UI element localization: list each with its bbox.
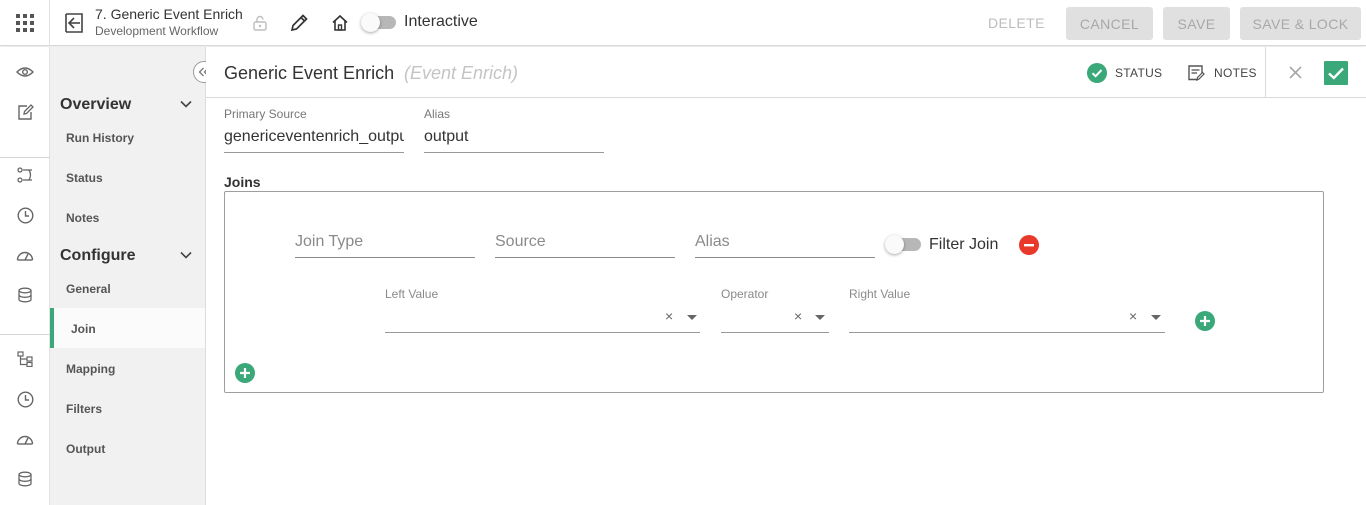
pencil-icon[interactable] bbox=[289, 13, 309, 33]
exit-workflow-icon[interactable] bbox=[64, 12, 84, 34]
rail-divider bbox=[0, 334, 50, 335]
left-value-dropdown-icon[interactable] bbox=[687, 315, 697, 320]
chevron-down-icon[interactable] bbox=[180, 251, 192, 259]
source-underline bbox=[495, 257, 675, 258]
nav-item-join[interactable]: Join bbox=[71, 322, 96, 336]
save-button[interactable]: SAVE bbox=[1163, 7, 1230, 40]
right-value-label: Right Value bbox=[849, 287, 911, 301]
operator-dropdown-icon[interactable] bbox=[815, 315, 825, 320]
page-title: Generic Event Enrich bbox=[224, 63, 395, 83]
nav-item-notes[interactable]: Notes bbox=[66, 211, 99, 225]
alias-underline bbox=[424, 152, 604, 153]
notes-button[interactable]: NOTES bbox=[1214, 66, 1257, 80]
operator-underline bbox=[721, 332, 829, 333]
database-icon[interactable] bbox=[15, 285, 35, 305]
workflow-title: 7. Generic Event Enrich bbox=[95, 6, 243, 22]
workflow-icon[interactable] bbox=[15, 165, 35, 185]
top-bar: 7. Generic Event Enrich Development Work… bbox=[0, 0, 1366, 46]
status-button[interactable]: STATUS bbox=[1115, 66, 1162, 80]
alias-label: Alias bbox=[424, 107, 451, 121]
operator-label: Operator bbox=[721, 287, 769, 301]
nav-section-overview[interactable]: Overview bbox=[60, 96, 131, 114]
right-value-select[interactable] bbox=[849, 304, 1165, 332]
toggle-knob bbox=[361, 13, 380, 32]
workflow-subtitle: Development Workflow bbox=[95, 24, 219, 38]
filter-join-label: Filter Join bbox=[929, 236, 999, 253]
close-icon[interactable] bbox=[1289, 66, 1302, 79]
nav-item-filters[interactable]: Filters bbox=[66, 402, 102, 416]
add-join-button[interactable] bbox=[235, 363, 255, 383]
nav-section-configure[interactable]: Configure bbox=[60, 247, 136, 265]
plus-icon bbox=[240, 368, 250, 378]
alias-field[interactable]: output bbox=[424, 128, 604, 146]
left-value-select[interactable] bbox=[385, 304, 700, 332]
primary-source-label: Primary Source bbox=[224, 107, 307, 121]
gauge-icon[interactable] bbox=[15, 429, 35, 449]
hierarchy-icon[interactable] bbox=[15, 349, 35, 369]
save-and-lock-button[interactable]: SAVE & LOCK bbox=[1240, 7, 1361, 40]
nav-item-general[interactable]: General bbox=[66, 282, 111, 296]
confirm-check-icon[interactable] bbox=[1324, 61, 1348, 85]
lock-open-icon[interactable] bbox=[253, 15, 267, 31]
left-value-clear-button[interactable]: × bbox=[665, 308, 673, 324]
minus-icon bbox=[1024, 243, 1034, 247]
delete-button[interactable]: DELETE bbox=[988, 15, 1045, 31]
nav-item-status[interactable]: Status bbox=[66, 171, 103, 185]
clock-icon[interactable] bbox=[15, 205, 35, 225]
join-alias-underline bbox=[695, 257, 875, 258]
add-condition-button[interactable] bbox=[1195, 311, 1215, 331]
chevron-down-icon[interactable] bbox=[180, 100, 192, 108]
joins-heading: Joins bbox=[224, 174, 261, 190]
clock-icon[interactable] bbox=[15, 389, 35, 409]
config-nav-panel: Overview Run History Status Notes Config… bbox=[50, 47, 215, 505]
primary-source-field[interactable]: genericeventenrich_output bbox=[224, 128, 404, 146]
toggle-knob bbox=[885, 235, 904, 254]
edit-note-icon[interactable] bbox=[15, 102, 35, 122]
eye-icon[interactable] bbox=[15, 62, 35, 82]
source-select[interactable]: Source bbox=[495, 233, 546, 251]
right-value-clear-button[interactable]: × bbox=[1129, 308, 1137, 324]
remove-join-button[interactable] bbox=[1019, 235, 1039, 255]
content-header: Generic Event Enrich (Event Enrich) STAT… bbox=[206, 47, 1366, 98]
cancel-button[interactable]: CANCEL bbox=[1066, 7, 1153, 40]
nav-item-output[interactable]: Output bbox=[66, 442, 105, 456]
gauge-icon[interactable] bbox=[15, 245, 35, 265]
rail-divider bbox=[0, 157, 50, 158]
apps-menu-button[interactable] bbox=[0, 0, 50, 46]
primary-source-underline bbox=[224, 152, 404, 153]
notes-icon[interactable] bbox=[1187, 64, 1205, 82]
right-value-dropdown-icon[interactable] bbox=[1151, 315, 1161, 320]
apps-grid-icon bbox=[15, 14, 34, 32]
plus-icon bbox=[1200, 316, 1210, 326]
nav-item-mapping[interactable]: Mapping bbox=[66, 362, 115, 376]
left-value-label: Left Value bbox=[385, 287, 439, 301]
operator-select[interactable] bbox=[721, 304, 829, 332]
join-type-select[interactable]: Join Type bbox=[295, 233, 363, 251]
join-type-underline bbox=[295, 257, 475, 258]
join-alias-input[interactable]: Alias bbox=[695, 233, 730, 251]
database-icon[interactable] bbox=[15, 469, 35, 489]
home-icon[interactable] bbox=[331, 14, 349, 32]
left-rail bbox=[0, 47, 50, 505]
status-check-icon[interactable] bbox=[1087, 63, 1107, 83]
left-value-underline bbox=[385, 332, 700, 333]
nav-item-run-history[interactable]: Run History bbox=[66, 131, 134, 145]
interactive-label: Interactive bbox=[404, 13, 478, 30]
right-value-underline bbox=[849, 332, 1165, 333]
operator-clear-button[interactable]: × bbox=[794, 308, 802, 324]
header-divider bbox=[1265, 47, 1266, 98]
page-subtitle: (Event Enrich) bbox=[404, 63, 519, 83]
